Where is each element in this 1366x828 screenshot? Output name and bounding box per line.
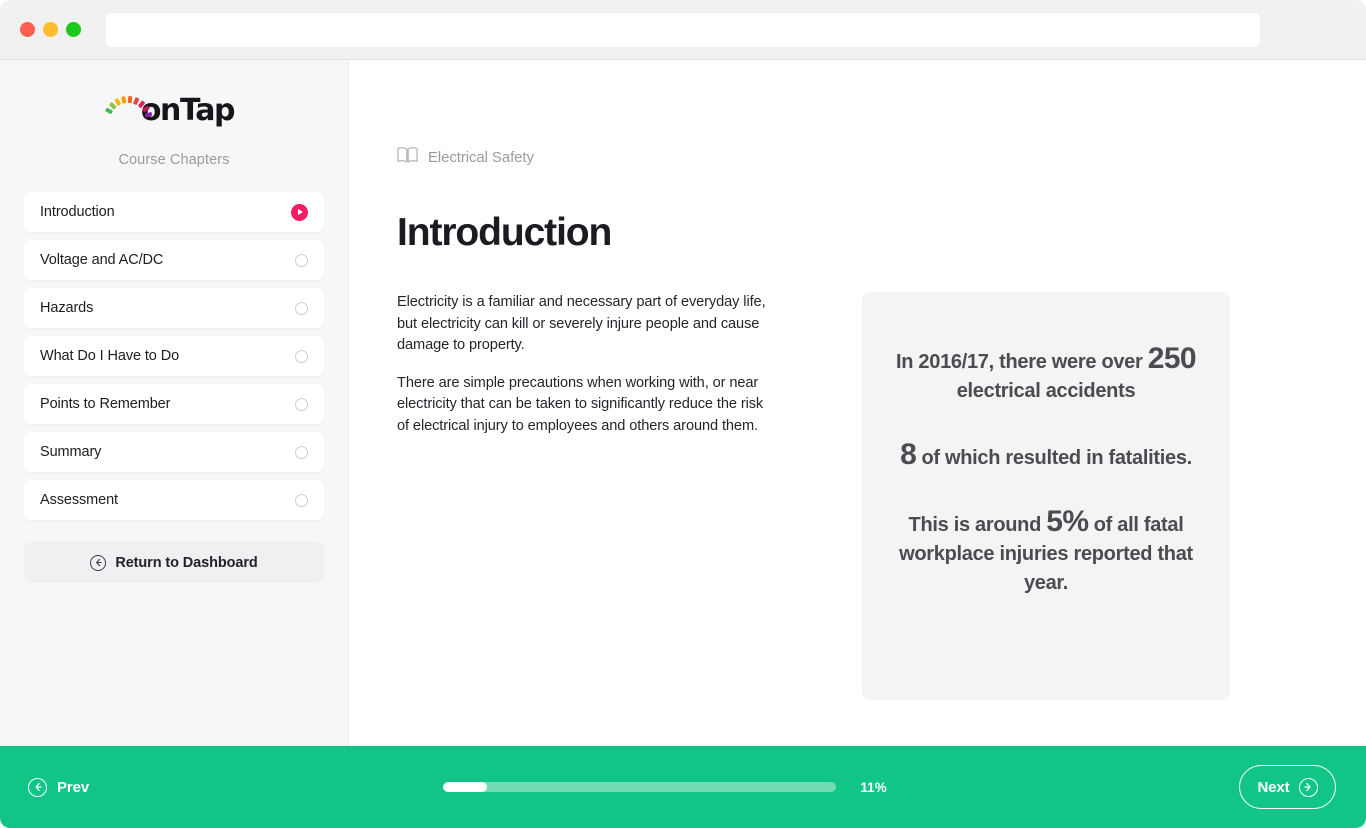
stat-1-trail: electrical accidents xyxy=(956,380,1136,402)
breadcrumb-label[interactable]: Electrical Safety xyxy=(428,149,534,166)
stat-3-number: 5% xyxy=(1046,505,1089,538)
address-bar[interactable] xyxy=(106,12,1260,47)
circle-outline-icon xyxy=(295,493,308,507)
progress-bar-fill xyxy=(443,782,487,792)
browser-chrome xyxy=(0,0,1366,60)
circle-outline-icon xyxy=(295,349,308,363)
chapter-list: Introduction Voltage and AC/DC Hazards What… xyxy=(24,192,324,520)
chapter-item-summary[interactable]: Summary xyxy=(24,432,324,472)
close-window-button[interactable] xyxy=(20,22,35,37)
chapter-label: Introduction xyxy=(40,204,115,220)
circle-outline-icon xyxy=(295,445,308,459)
content-columns: Electricity is a familiar and necessary … xyxy=(397,292,1306,700)
chapter-item-hazards[interactable]: Hazards xyxy=(24,288,324,328)
arrow-left-circle-icon xyxy=(28,777,47,797)
chapter-label: What Do I Have to Do xyxy=(40,348,180,364)
return-to-dashboard-button[interactable]: Return to Dashboard xyxy=(24,542,324,583)
next-button[interactable]: Next xyxy=(1239,765,1336,809)
stat-3-lead: This is around xyxy=(908,514,1047,536)
stat-2-number: 8 xyxy=(900,438,917,471)
stat-block-1: In 2016/17, there were over 250 electric… xyxy=(896,342,1197,406)
chapter-item-assessment[interactable]: Assessment xyxy=(24,480,324,520)
chapter-item-points-to-remember[interactable]: Points to Remember xyxy=(24,384,324,424)
stat-1-lead: In 2016/17, there were over xyxy=(896,351,1148,373)
maximize-window-button[interactable] xyxy=(66,22,81,37)
progress-percent-label: 11% xyxy=(860,779,887,795)
play-circle-icon[interactable] xyxy=(291,203,308,221)
lesson-paragraph: There are simple precautions when workin… xyxy=(397,374,764,434)
stat-2-trail: of which resulted in fatalities. xyxy=(916,447,1192,469)
logo-burst-icon xyxy=(104,94,153,128)
chapter-label: Assessment xyxy=(40,492,118,508)
chapter-item-what-do-i-have-to-do[interactable]: What Do I Have to Do xyxy=(24,336,324,376)
arrow-right-circle-icon xyxy=(1298,777,1318,797)
browser-window: onTap Course Chapters Introduction Voltag… xyxy=(0,0,1366,828)
sidebar-section-label: Course Chapters xyxy=(118,152,230,168)
return-to-dashboard-label: Return to Dashboard xyxy=(115,554,258,571)
statistics-card: In 2016/17, there were over 250 electric… xyxy=(862,292,1230,700)
chapter-label: Hazards xyxy=(40,300,94,316)
chapter-item-voltage-and-ac-dc[interactable]: Voltage and AC/DC xyxy=(24,240,324,280)
window-traffic-lights xyxy=(20,22,81,37)
course-navigation-bar: Prev 11% Next xyxy=(0,746,1366,828)
chapter-item-introduction[interactable]: Introduction xyxy=(24,192,324,232)
brand-logo: onTap xyxy=(24,88,324,134)
breadcrumb: Electrical Safety xyxy=(397,146,1306,169)
sidebar: onTap Course Chapters Introduction Voltag… xyxy=(0,60,349,828)
stat-block-3: This is around 5% of all fatal workplace… xyxy=(896,507,1196,598)
minimize-window-button[interactable] xyxy=(43,22,58,37)
chapter-label: Points to Remember xyxy=(40,396,171,412)
book-open-icon xyxy=(397,146,418,169)
main-content: Electrical Safety Introduction Electrici… xyxy=(349,60,1366,828)
stat-1-number: 250 xyxy=(1147,342,1197,375)
circle-outline-icon xyxy=(295,301,308,315)
app-body: onTap Course Chapters Introduction Voltag… xyxy=(0,60,1366,828)
page-title: Introduction xyxy=(397,211,612,254)
prev-button[interactable]: Prev xyxy=(28,777,90,797)
progress-area: 11% xyxy=(111,780,1219,795)
circle-outline-icon xyxy=(295,253,308,267)
circle-outline-icon xyxy=(295,397,308,411)
next-label: Next xyxy=(1257,778,1290,796)
stat-block-2: 8 of which resulted in fatalities. xyxy=(896,440,1196,473)
logo-text: onTap xyxy=(140,93,236,128)
chapter-label: Summary xyxy=(40,444,102,460)
lesson-text: Electricity is a familiar and necessary … xyxy=(397,292,772,438)
chapter-label: Voltage and AC/DC xyxy=(40,252,164,268)
arrow-left-circle-icon xyxy=(90,554,107,571)
progress-bar[interactable] xyxy=(443,782,837,792)
lesson-paragraph: Electricity is a familiar and necessary … xyxy=(397,294,766,354)
prev-label: Prev xyxy=(57,778,90,796)
